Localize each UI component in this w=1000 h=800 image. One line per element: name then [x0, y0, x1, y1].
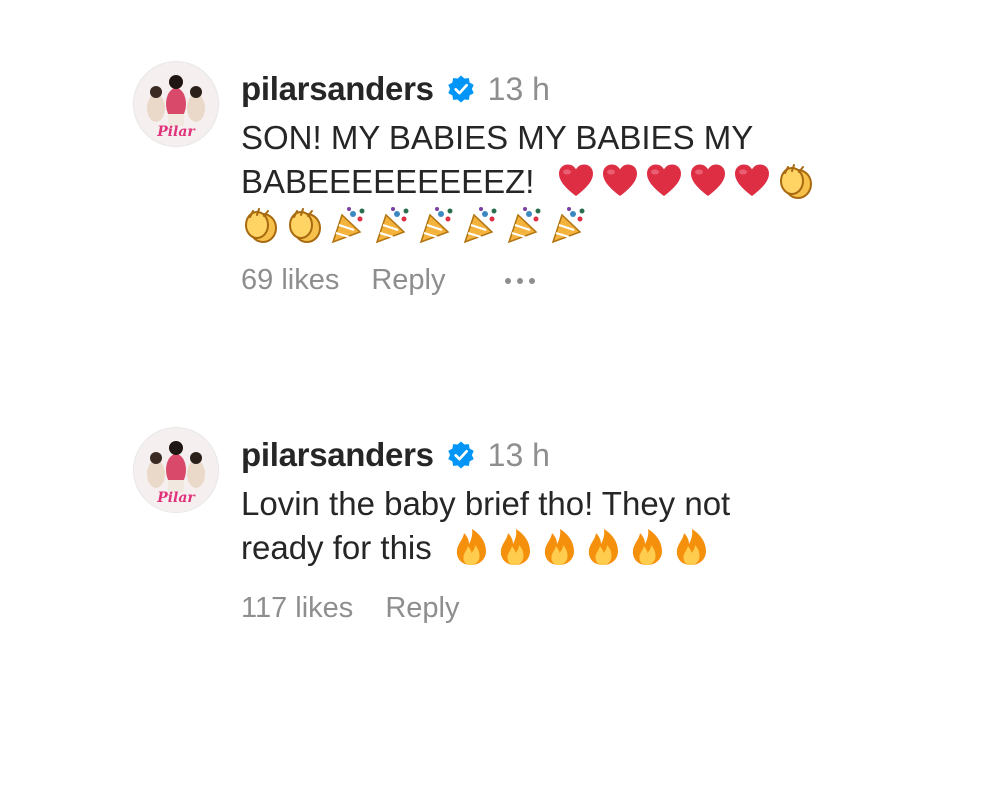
party-popper-icon: [461, 205, 501, 245]
comment-text-segment: ready for this: [241, 529, 432, 566]
emoji-row: [451, 529, 715, 566]
red-heart-icon: [644, 161, 684, 201]
comment-text-line: BABEEEEEEEEEZ!: [241, 160, 891, 204]
red-heart-icon: [732, 161, 772, 201]
avatar[interactable]: Pilar: [134, 62, 218, 146]
more-options-icon[interactable]: [505, 266, 536, 296]
comment-body: pilarsanders 13 h Lovin the baby brief t…: [241, 432, 891, 625]
username[interactable]: pilarsanders: [241, 436, 434, 474]
likes-count[interactable]: 117 likes: [241, 592, 353, 625]
comment-header: pilarsanders 13 h: [241, 66, 891, 112]
timestamp[interactable]: 13 h: [488, 71, 550, 108]
avatar-label: Pilar: [156, 124, 196, 140]
comment-text-line: Lovin the baby brief tho! They not: [241, 485, 731, 522]
comment-actions: 69 likes Reply: [241, 264, 891, 297]
fire-icon: [627, 527, 667, 567]
comment-text-segment: BABEEEEEEEEEZ!: [241, 163, 535, 200]
fire-icon: [671, 527, 711, 567]
avatar[interactable]: Pilar: [134, 428, 218, 512]
clapping-hands-icon: [241, 205, 281, 245]
avatar-label: Pilar: [156, 490, 196, 506]
comment-body: pilarsanders 13 h SON! MY BABIES MY BABI…: [241, 66, 891, 297]
party-popper-icon: [373, 205, 413, 245]
emoji-row: [241, 207, 593, 244]
reply-button[interactable]: Reply: [371, 264, 445, 297]
fire-icon: [539, 527, 579, 567]
red-heart-icon: [688, 161, 728, 201]
timestamp[interactable]: 13 h: [488, 437, 550, 474]
red-heart-icon: [556, 161, 596, 201]
comment-text: Lovin the baby brief tho! They not ready…: [241, 482, 891, 570]
party-popper-icon: [417, 205, 457, 245]
avatar-image: Pilar: [134, 428, 218, 512]
emoji-row: [556, 163, 820, 200]
clapping-hands-icon: [776, 161, 816, 201]
verified-badge-icon: [446, 440, 476, 470]
comment-text-line: SON! MY BABIES MY BABIES MY: [241, 119, 754, 156]
fire-icon: [451, 527, 491, 567]
comments-page: Pilar pilarsanders 13 h SON! MY BABIES M…: [0, 0, 1000, 800]
reply-button[interactable]: Reply: [385, 592, 459, 625]
clapping-hands-icon: [285, 205, 325, 245]
comment-actions: 117 likes Reply: [241, 592, 891, 625]
avatar-image: Pilar: [134, 62, 218, 146]
fire-icon: [583, 527, 623, 567]
comment-text: SON! MY BABIES MY BABIES MY BABEEEEEEEEE…: [241, 116, 891, 248]
comment-text-line: ready for this: [241, 526, 891, 570]
party-popper-icon: [505, 205, 545, 245]
verified-badge-icon: [446, 74, 476, 104]
likes-count[interactable]: 69 likes: [241, 264, 339, 297]
red-heart-icon: [600, 161, 640, 201]
comment-text-line: [241, 204, 891, 248]
comment-header: pilarsanders 13 h: [241, 432, 891, 478]
party-popper-icon: [329, 205, 369, 245]
username[interactable]: pilarsanders: [241, 70, 434, 108]
fire-icon: [495, 527, 535, 567]
party-popper-icon: [549, 205, 589, 245]
